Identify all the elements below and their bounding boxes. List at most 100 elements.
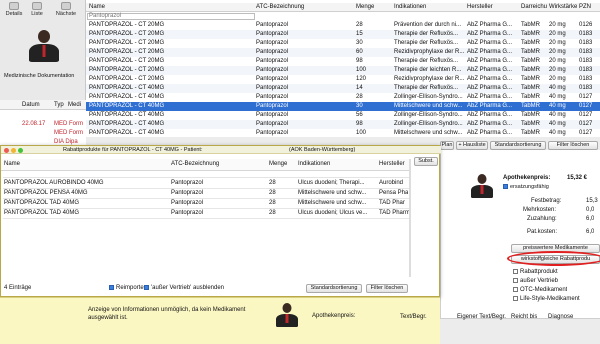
col-atc[interactable]: ATC-Bezeichnung: [256, 3, 304, 12]
row-date[interactable]: 22.08.17: [22, 120, 45, 129]
table-row[interactable]: PANTOPRAZOL - CT 20MG Pantoprazol 98 Therap…: [86, 57, 600, 66]
col-name[interactable]: Name: [4, 160, 20, 169]
highlight-circle: [507, 251, 600, 266]
col-pzn[interactable]: PZN: [579, 3, 591, 12]
naechste-button[interactable]: Nächste: [48, 0, 84, 22]
col-hersteller[interactable]: Hersteller: [379, 160, 405, 169]
col-menge[interactable]: Menge: [269, 160, 287, 169]
popup-filter-row[interactable]: [3, 171, 409, 178]
col-indikationen[interactable]: Indikationen: [394, 3, 426, 12]
popup-row[interactable]: PANTOPRAZOL TAD 40MG Pantoprazol 28 Mittels…: [3, 199, 409, 209]
tab-reicht-bis[interactable]: Reicht bis: [511, 313, 537, 322]
cell-indikationen: Therapie der leichten R...: [394, 67, 462, 73]
name-filter-input[interactable]: Pantoprazol: [87, 13, 255, 20]
minimize-window-icon[interactable]: [11, 147, 16, 153]
cell-hersteller: AbZ Pharma G...: [467, 58, 513, 64]
cell-name: PANTOPRAZOL - CT 40MG: [89, 94, 165, 100]
popup-row[interactable]: PANTOPRAZOL AUROBINDO 40MG Pantoprazol 28 U…: [3, 179, 409, 189]
cell-pzn: 0183: [579, 67, 593, 73]
apothekenpreis-label: Apothekenpreis:: [503, 175, 551, 181]
standardsortierung-button[interactable]: Standardsortierung: [490, 141, 546, 150]
cell-indikationen: Rezidivprophylaxe der R...: [394, 76, 465, 82]
cell-darreichung: TabMR: [521, 67, 541, 73]
rabattprodukt-row[interactable]: Rabattprodukt: [513, 268, 558, 277]
table-row[interactable]: PANTOPRAZOL - CT 20MG Pantoprazol 15 Therap…: [86, 30, 600, 39]
hausliste-button[interactable]: + Hausliste: [456, 141, 488, 150]
ausser-vertrieb-row[interactable]: außer Vertrieb: [513, 277, 558, 286]
col-datum: Datum: [22, 102, 40, 108]
details-button[interactable]: Details: [4, 0, 24, 22]
cell-atc: Pantoprazol: [256, 58, 289, 64]
tab-diagnose[interactable]: Diagnose: [548, 313, 573, 322]
cell-indikationen: Therapie der Refluxös...: [394, 31, 459, 37]
table-row[interactable]: PANTOPRAZOL - CT 20MG Pantoprazol 120 Rezid…: [86, 75, 600, 84]
subst-button[interactable]: Subst.: [414, 157, 438, 166]
col-darreichung[interactable]: Darreichu: [521, 3, 547, 12]
reimporte-row[interactable]: Reimporte: [109, 284, 144, 293]
patient-avatar-bottom: [276, 303, 298, 327]
table-row[interactable]: PANTOPRAZOL - CT 40MG Pantoprazol 100 Mitte…: [86, 129, 600, 138]
popup-row[interactable]: PANTOPRAZOL TAD 40MG Pantoprazol 28 Ulcus d…: [3, 209, 410, 219]
cell-indikationen: Mittelschwere und schw...: [298, 190, 367, 196]
cell-pzn: 0127: [579, 121, 593, 127]
cell-wirkstaerke: 20 mg: [549, 40, 566, 46]
plan-button[interactable]: Plan: [440, 141, 454, 150]
filter-loeschen-button[interactable]: Filter löschen: [548, 141, 598, 150]
popup-row[interactable]: PANTOPRAZOL PENSA 40MG Pantoprazol 28 Mitte…: [3, 189, 409, 199]
lifestyle-row[interactable]: Life-Style-Medikament: [513, 295, 580, 304]
cell-indikationen: Zollinger-Ellison-Syndro...: [394, 94, 463, 100]
patkosten-value: 6,0: [586, 229, 595, 235]
table-row[interactable]: PANTOPRAZOL - CT 20MG Pantoprazol 30 Therap…: [86, 39, 600, 48]
row-entry[interactable]: MED Form: [54, 129, 83, 138]
table-row[interactable]: PANTOPRAZOL - CT 20MG Pantoprazol 100 Thera…: [86, 66, 600, 75]
col-name[interactable]: Name: [89, 3, 105, 12]
ausser-vertrieb-filter-row[interactable]: 'außer Vertrieb' ausblenden: [144, 284, 224, 293]
otc-checkbox[interactable]: [513, 286, 518, 292]
cell-hersteller: Pensa Pha: [379, 190, 409, 196]
mid-toolbar: Plan + Hausliste Standardsortierung Filt…: [440, 140, 600, 150]
col-indikationen[interactable]: Indikationen: [298, 160, 330, 169]
col-hersteller[interactable]: Hersteller: [467, 3, 493, 12]
cell-menge: 15: [356, 31, 363, 37]
cell-atc: Pantoprazol: [256, 76, 289, 82]
tab-text-begr[interactable]: Text/Begr.: [400, 313, 427, 322]
popup-standardsortierung-button[interactable]: Standardsortierung: [306, 284, 362, 293]
cell-name: PANTOPRAZOL - CT 20MG: [89, 58, 165, 64]
table-row[interactable]: PANTOPRAZOL - CT 40MG Pantoprazol 56 Zollin…: [86, 111, 600, 120]
row-entry[interactable]: MED Form: [54, 120, 83, 129]
close-window-icon[interactable]: [4, 147, 9, 153]
cell-menge: 28: [269, 210, 276, 216]
cell-hersteller: AbZ Pharma G...: [467, 130, 513, 136]
cell-menge: 120: [356, 76, 367, 82]
cell-menge: 98: [356, 58, 363, 64]
cell-pzn: 0183: [579, 40, 593, 46]
left-table-body: 22.08.17 MED Form MED Form DIA Dipa: [0, 110, 86, 146]
popup-filter-loeschen-button[interactable]: Filter löschen: [366, 284, 408, 293]
table-row[interactable]: PANTOPRAZOL - CT 40MG Pantoprazol 30 Mittel…: [86, 102, 600, 111]
zoom-window-icon[interactable]: [18, 147, 23, 153]
lifestyle-checkbox[interactable]: [513, 295, 518, 301]
popup-scrollbar[interactable]: [409, 159, 411, 277]
cell-atc: Pantoprazol: [256, 49, 289, 55]
rabattprodukt-checkbox[interactable]: [513, 268, 518, 274]
cell-menge: 100: [356, 130, 367, 136]
table-row[interactable]: PANTOPRAZOL - CT 20MG Pantoprazol 28 Präven…: [86, 21, 600, 30]
festbetrag-label: Festbetrag:: [531, 198, 562, 204]
reimporte-checkbox[interactable]: [109, 284, 114, 290]
col-wirkstaerke[interactable]: Wirkstärke: [549, 3, 577, 12]
tab-eigener-text[interactable]: Eigener Text/Begr.: [457, 313, 506, 322]
cell-pzn: 0183: [579, 31, 593, 37]
cell-wirkstaerke: 20 mg: [549, 58, 566, 64]
table-row[interactable]: PANTOPRAZOL - CT 20MG Pantoprazol 60 Rezidi…: [86, 48, 600, 57]
otc-row[interactable]: OTC-Medikament: [513, 286, 567, 295]
ausser-vertrieb-checkbox[interactable]: [513, 277, 518, 283]
popup-insurer: (AOK Baden-Württemberg): [289, 147, 356, 153]
ausser-vertrieb-filter-checkbox[interactable]: [144, 284, 149, 290]
table-row[interactable]: PANTOPRAZOL - CT 40MG Pantoprazol 98 Zollin…: [86, 120, 600, 129]
liste-button[interactable]: Liste: [28, 0, 46, 22]
col-menge[interactable]: Menge: [356, 3, 374, 12]
col-atc[interactable]: ATC-Bezeichnung: [171, 160, 219, 169]
cell-indikationen: Therapie der Refluxös...: [394, 58, 459, 64]
table-row[interactable]: PANTOPRAZOL - CT 40MG Pantoprazol 14 Therap…: [86, 84, 600, 93]
table-row[interactable]: PANTOPRAZOL - CT 40MG Pantoprazol 28 Zollin…: [86, 93, 600, 102]
